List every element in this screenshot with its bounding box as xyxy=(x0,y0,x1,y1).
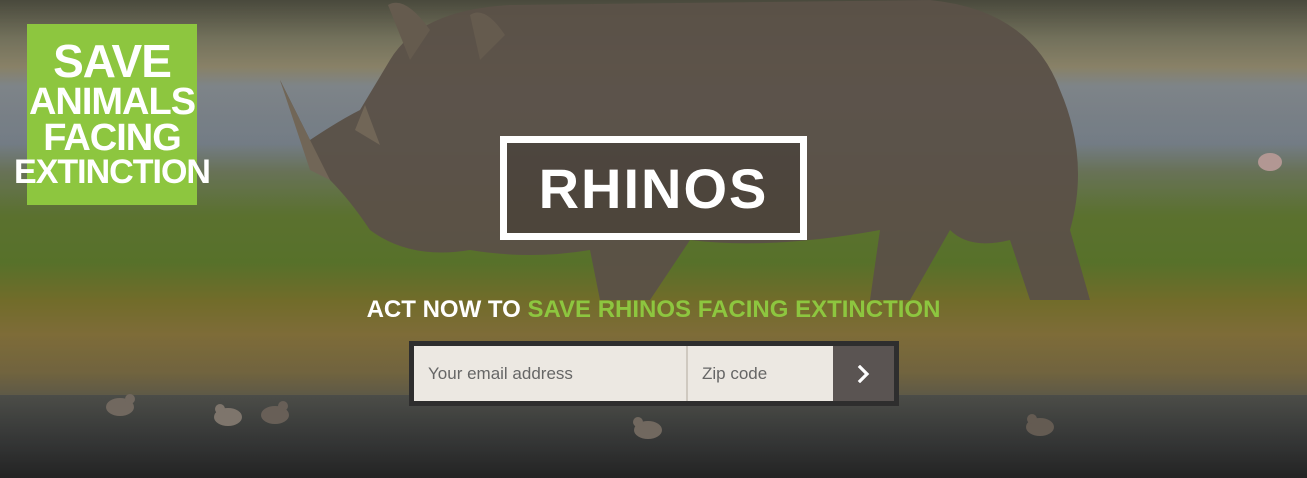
cta-highlight: SAVE RHINOS FACING EXTINCTION xyxy=(527,296,941,323)
logo-line: FACING xyxy=(43,117,182,160)
logo-line: SAVE xyxy=(53,35,172,88)
save-animals-logo[interactable]: SAVE ANIMALS FACING EXTINCTION xyxy=(14,24,211,205)
submit-button[interactable] xyxy=(833,346,894,401)
chevron-right-icon xyxy=(857,364,869,383)
zip-code-field[interactable] xyxy=(688,346,833,401)
call-to-action: ACT NOW TO SAVE RHINOS FACING EXTINCTION xyxy=(0,296,1307,324)
signup-form xyxy=(409,341,899,406)
hero-title-box: RHINOS xyxy=(500,136,807,240)
logo-line: EXTINCTION xyxy=(14,153,211,192)
page-title: RHINOS xyxy=(538,156,769,220)
logo-line: ANIMALS xyxy=(28,81,196,124)
email-field[interactable] xyxy=(414,346,688,401)
cta-prefix: ACT NOW TO xyxy=(366,296,521,323)
